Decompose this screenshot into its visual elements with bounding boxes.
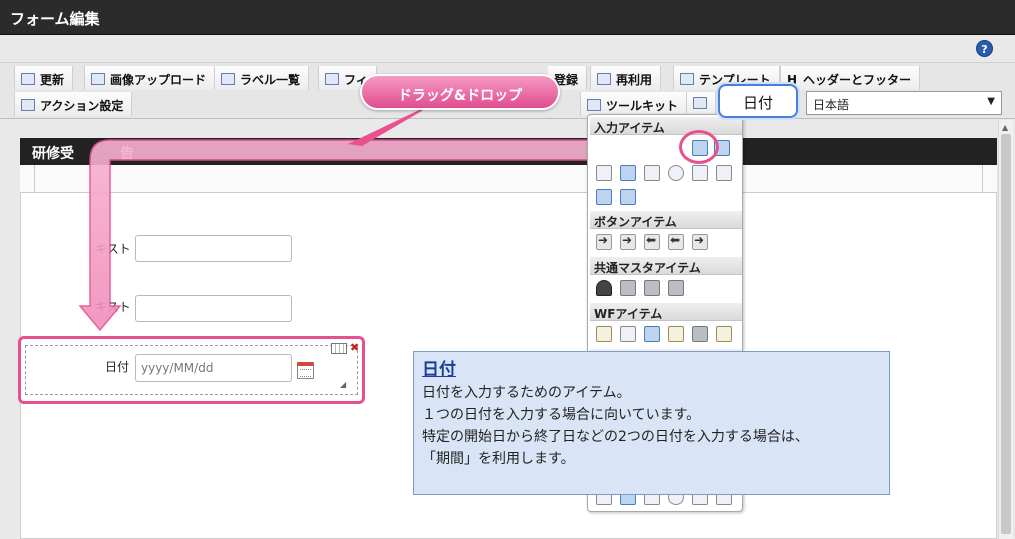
select-item-icon[interactable] [716, 165, 732, 181]
palette-section-master[interactable]: 共通マスタアイテム [590, 257, 742, 275]
next-button-icon[interactable] [620, 233, 636, 250]
list-item-icon[interactable] [692, 165, 708, 181]
stamp-icon[interactable] [716, 326, 732, 342]
search-item-icon[interactable] [596, 165, 612, 181]
return-button-icon[interactable] [668, 233, 684, 250]
building-icon[interactable] [620, 280, 636, 296]
tooltip-line: １つの日付を入力する場合に向いています。 [422, 407, 701, 423]
forward-button-icon[interactable] [692, 233, 708, 250]
image-item-icon[interactable] [644, 326, 660, 342]
date-callout: 日付 [718, 84, 798, 118]
drag-drop-bubble: ドラッグ&ドロップ [360, 74, 560, 110]
checkbox-item-icon[interactable] [644, 165, 660, 181]
palette-section-input[interactable]: 入力アイテム [590, 117, 742, 135]
company-icon[interactable] [668, 280, 684, 296]
table-item-icon[interactable] [620, 165, 636, 181]
history-item-icon[interactable] [668, 326, 684, 342]
date-icon-highlight-ring [679, 130, 719, 164]
tooltip-title: 日付 [422, 360, 456, 380]
tooltip-line: 特定の開始日から終了日などの2つの日付を入力する場合は、 [422, 429, 809, 445]
tooltip-line: 日付を入力するためのアイテム。 [422, 385, 631, 401]
radio-item-icon[interactable] [668, 165, 684, 181]
palette-section-wf[interactable]: WFアイテム [590, 303, 742, 321]
user-icon[interactable] [596, 280, 612, 296]
upload-item-icon[interactable] [596, 189, 612, 205]
palette-section-button[interactable]: ボタンアイテム [590, 211, 742, 229]
tooltip-line: 「期間」を利用します。 [422, 451, 575, 467]
approver-icon[interactable] [692, 326, 708, 342]
org-user-icon[interactable] [644, 280, 660, 296]
attachment-icon[interactable] [620, 326, 636, 342]
grid-item-icon[interactable] [620, 189, 636, 205]
document-item-icon[interactable] [596, 326, 612, 342]
back-button-icon[interactable] [644, 233, 660, 250]
date-tooltip: 日付 日付を入力するためのアイテム。 １つの日付を入力する場合に向いています。 … [413, 351, 890, 495]
submit-button-icon[interactable] [596, 233, 612, 250]
